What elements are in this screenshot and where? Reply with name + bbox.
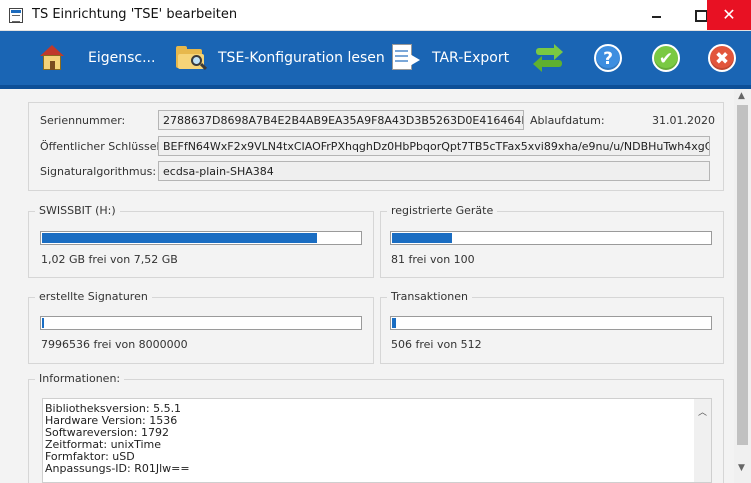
scroll-up-icon[interactable]: ▲ — [738, 91, 745, 101]
tar-export-button[interactable]: TAR-Export — [392, 31, 509, 85]
toolbar: Eigensc... TSE-Konfiguration lesen TAR-E… — [0, 31, 751, 89]
storage-caption: 1,02 GB frei von 7,52 GB — [41, 253, 178, 266]
devices-progress-bar — [390, 231, 712, 245]
house-icon — [40, 45, 64, 71]
signatures-group: erstellte Signaturen — [28, 290, 374, 364]
storage-progress-bar — [40, 231, 362, 245]
close-button[interactable]: ✕ — [707, 0, 751, 30]
checkmark-icon: ✔ — [652, 44, 680, 72]
algorithm-label: Signaturalgorithmus: — [40, 165, 157, 178]
info-scrollbar[interactable]: ︿ — [694, 399, 711, 482]
info-line: Anpassungs-ID: R01Jlw== — [45, 462, 190, 475]
scroll-down-icon[interactable]: ▼ — [738, 463, 745, 473]
transactions-legend: Transaktionen — [387, 290, 472, 303]
read-config-button[interactable]: TSE-Konfiguration lesen — [176, 31, 385, 85]
help-icon: ? — [594, 44, 622, 72]
info-textbox[interactable]: Bibliotheksversion: 5.5.1 Hardware Versi… — [42, 398, 712, 483]
scrollbar-thumb[interactable] — [737, 105, 748, 445]
title-bar: TS Einrichtung 'TSE' bearbeiten ✕ — [0, 0, 751, 31]
cancel-icon: ✖ — [708, 44, 736, 72]
scrollbar[interactable]: ▲ ▼ — [734, 89, 751, 483]
transactions-caption: 506 frei von 512 — [391, 338, 482, 351]
signatures-legend: erstellte Signaturen — [35, 290, 152, 303]
storage-progress-fill — [42, 233, 317, 243]
devices-caption: 81 frei von 100 — [391, 253, 475, 266]
serial-field[interactable]: 2788637D8698A7B4E2B4AB9EA35A9F8A43D3B526… — [158, 110, 524, 130]
help-button[interactable]: ? — [594, 31, 622, 85]
signatures-progress-fill — [42, 318, 44, 328]
tar-export-label: TAR-Export — [432, 50, 510, 66]
transactions-group: Transaktionen — [380, 290, 724, 364]
signatures-caption: 7996536 frei von 8000000 — [41, 338, 188, 351]
home-button[interactable] — [40, 31, 64, 85]
algorithm-field[interactable]: ecdsa-plain-SHA384 — [158, 161, 710, 181]
window-title: TS Einrichtung 'TSE' bearbeiten — [32, 7, 238, 22]
info-legend: Informationen: — [35, 372, 125, 385]
info-line: Zeitformat: unixTime — [45, 438, 162, 451]
refresh-icon — [533, 44, 564, 72]
devices-progress-fill — [392, 233, 452, 243]
transactions-progress-fill — [392, 318, 396, 328]
public-key-field[interactable]: BEFfN64WxF2x9VLN4txCIAOFrPXhqghDz0HbPbqo… — [158, 136, 710, 156]
serial-label: Seriennummer: — [40, 114, 126, 127]
properties-button[interactable]: Eigensc... — [88, 31, 155, 85]
chevron-up-icon[interactable]: ︿ — [698, 405, 707, 418]
read-config-label: TSE-Konfiguration lesen — [218, 50, 385, 66]
cancel-button[interactable]: ✖ — [708, 31, 736, 85]
document-export-icon — [392, 44, 422, 72]
folder-search-icon — [176, 46, 208, 71]
properties-label: Eigensc... — [88, 50, 156, 66]
signatures-progress-bar — [40, 316, 362, 330]
public-key-label: Öffentlicher Schlüssel: — [40, 140, 164, 153]
expiry-label: Ablaufdatum: — [530, 114, 605, 127]
expiry-value: 31.01.2020 — [652, 114, 715, 127]
devices-legend: registrierte Geräte — [387, 204, 498, 217]
ok-button[interactable]: ✔ — [652, 31, 680, 85]
refresh-button[interactable] — [533, 31, 564, 85]
storage-legend: SWISSBIT (H:) — [35, 204, 120, 217]
transactions-progress-bar — [390, 316, 712, 330]
minimize-button[interactable] — [634, 0, 678, 30]
app-icon — [9, 8, 23, 23]
